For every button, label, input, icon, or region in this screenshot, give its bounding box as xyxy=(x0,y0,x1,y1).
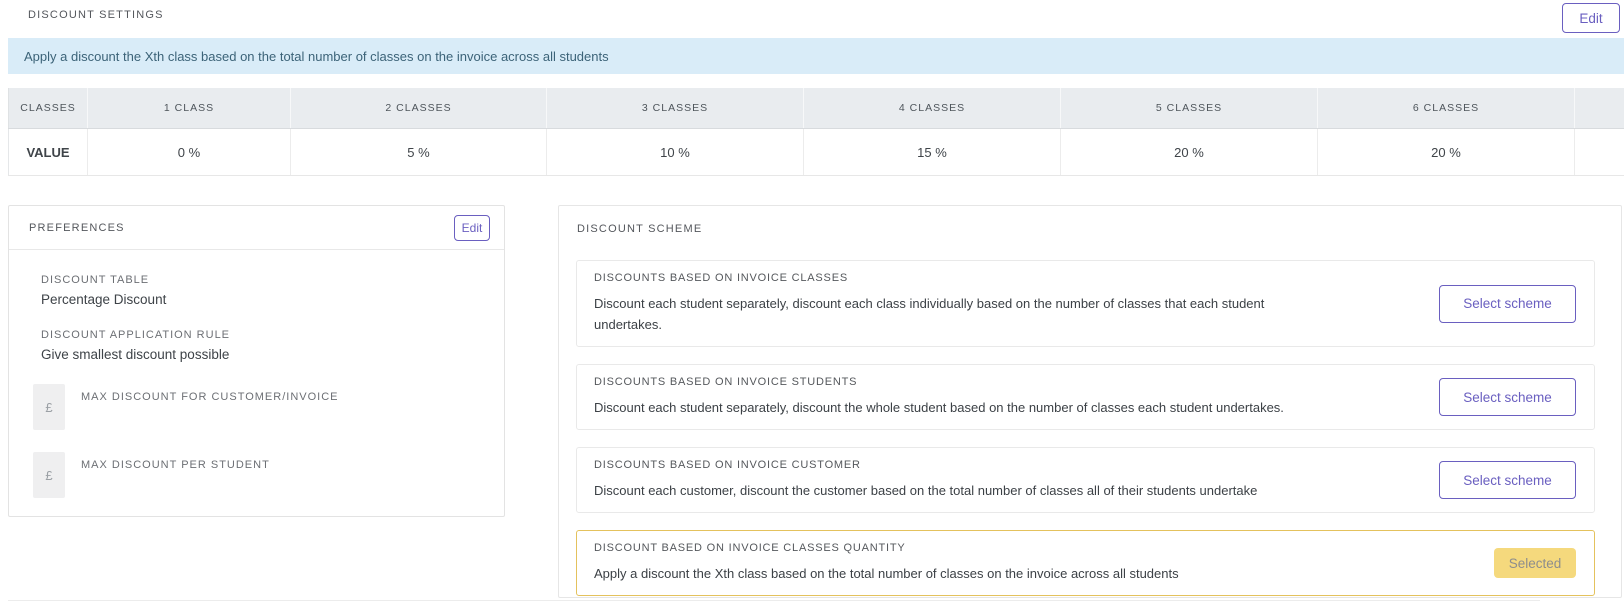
select-scheme-button[interactable]: Select scheme xyxy=(1439,461,1576,499)
preference-field-discount-table: DISCOUNT TABLE Percentage Discount xyxy=(41,274,480,307)
scheme-card-invoice-classes-quantity: DISCOUNT BASED ON INVOICE CLASSES QUANTI… xyxy=(576,530,1595,596)
preferences-title: PREFERENCES xyxy=(29,221,125,234)
column-header: 3 CLASSES xyxy=(546,88,803,128)
settings-edit-button[interactable]: Edit xyxy=(1562,3,1620,33)
value-cell: 15 % xyxy=(803,129,1060,175)
value-cell: 20 % xyxy=(1060,129,1317,175)
column-header-classes: CLASSES xyxy=(8,88,87,128)
scheme-text: DISCOUNTS BASED ON INVOICE CUSTOMER Disc… xyxy=(594,459,1427,501)
column-header: 1 CLASS xyxy=(87,88,290,128)
bottom-divider xyxy=(8,600,1540,601)
preferences-body: DISCOUNT TABLE Percentage Discount DISCO… xyxy=(9,250,504,498)
max-discount-per-student-field: £ MAX DISCOUNT PER STUDENT xyxy=(33,452,480,498)
page-title: DISCOUNT SETTINGS xyxy=(28,9,164,21)
discount-scheme-panel: DISCOUNT SCHEME DISCOUNTS BASED ON INVOI… xyxy=(558,205,1622,598)
currency-prefix: £ xyxy=(33,452,65,498)
select-scheme-button[interactable]: Select scheme xyxy=(1439,378,1576,416)
preferences-edit-button[interactable]: Edit xyxy=(454,214,490,241)
value-cell: 5 % xyxy=(290,129,546,175)
scheme-title: DISCOUNTS BASED ON INVOICE CUSTOMER xyxy=(594,459,861,471)
row-header-value: VALUE xyxy=(8,129,87,175)
preferences-card: PREFERENCES Edit DISCOUNT TABLE Percenta… xyxy=(8,205,505,517)
value-cell: 0 % xyxy=(87,129,290,175)
column-header: 2 CLASSES xyxy=(290,88,546,128)
preferences-header: PREFERENCES Edit xyxy=(9,206,504,250)
column-header: 5 CLASSES xyxy=(1060,88,1317,128)
select-scheme-button[interactable]: Select scheme xyxy=(1439,284,1576,323)
column-header: 6 CLASSES xyxy=(1317,88,1574,128)
scheme-text: DISCOUNT BASED ON INVOICE CLASSES QUANTI… xyxy=(594,542,1482,584)
field-label: DISCOUNT TABLE xyxy=(41,274,150,286)
selected-badge[interactable]: Selected xyxy=(1494,548,1576,578)
scheme-description: Discount each customer, discount the cus… xyxy=(594,483,1258,498)
scheme-text: DISCOUNTS BASED ON INVOICE STUDENTS Disc… xyxy=(594,376,1427,418)
scheme-title: DISCOUNTS BASED ON INVOICE CLASSES xyxy=(594,272,848,284)
scheme-card-invoice-classes: DISCOUNTS BASED ON INVOICE CLASSES Disco… xyxy=(576,260,1595,347)
column-header: 4 CLASSES xyxy=(803,88,1060,128)
scheme-description: Apply a discount the Xth class based on … xyxy=(594,566,1179,581)
value-cell-overflow xyxy=(1574,129,1624,175)
discount-table-value-row: VALUE 0 % 5 % 10 % 15 % 20 % 20 % xyxy=(8,129,1624,176)
column-header-overflow xyxy=(1574,88,1624,128)
field-value: Percentage Discount xyxy=(41,292,167,307)
discount-settings-page: DISCOUNT SETTINGS Edit Apply a discount … xyxy=(0,0,1624,610)
scheme-description: Discount each student separately, discou… xyxy=(594,400,1284,415)
value-cell: 10 % xyxy=(546,129,803,175)
value-cell: 20 % xyxy=(1317,129,1574,175)
scheme-description: Discount each student separately, discou… xyxy=(594,296,1265,332)
field-value: Give smallest discount possible xyxy=(41,347,230,362)
scheme-card-invoice-customer: DISCOUNTS BASED ON INVOICE CUSTOMER Disc… xyxy=(576,447,1595,513)
discount-table-header-row: CLASSES 1 CLASS 2 CLASSES 3 CLASSES 4 CL… xyxy=(8,88,1624,129)
scheme-title: DISCOUNTS BASED ON INVOICE STUDENTS xyxy=(594,376,858,388)
currency-prefix: £ xyxy=(33,384,65,430)
scheme-title: DISCOUNT BASED ON INVOICE CLASSES QUANTI… xyxy=(594,542,906,554)
scheme-text: DISCOUNTS BASED ON INVOICE CLASSES Disco… xyxy=(594,272,1427,335)
info-banner: Apply a discount the Xth class based on … xyxy=(8,38,1624,74)
max-discount-customer-invoice-field: £ MAX DISCOUNT FOR CUSTOMER/INVOICE xyxy=(33,384,480,430)
scheme-card-invoice-students: DISCOUNTS BASED ON INVOICE STUDENTS Disc… xyxy=(576,364,1595,430)
field-label: MAX DISCOUNT FOR CUSTOMER/INVOICE xyxy=(81,391,339,403)
field-label: MAX DISCOUNT PER STUDENT xyxy=(81,459,270,471)
discount-table: CLASSES 1 CLASS 2 CLASSES 3 CLASSES 4 CL… xyxy=(8,88,1624,176)
preference-field-application-rule: DISCOUNT APPLICATION RULE Give smallest … xyxy=(41,329,480,362)
discount-scheme-title: DISCOUNT SCHEME xyxy=(577,223,703,235)
field-label: DISCOUNT APPLICATION RULE xyxy=(41,329,231,341)
